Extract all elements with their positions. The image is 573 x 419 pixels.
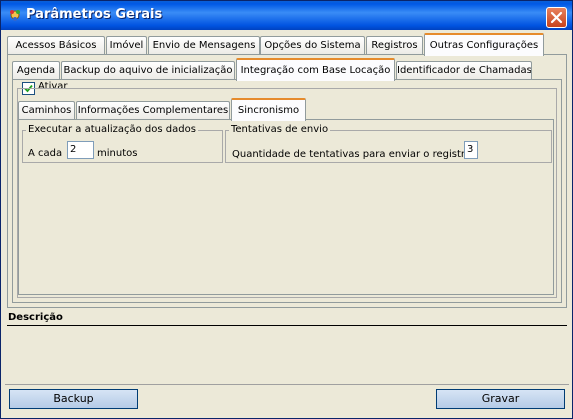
update-interval-legend: Executar a atualização dos dados xyxy=(26,124,198,135)
update-prefix-label: A cada xyxy=(28,148,63,159)
app-icon xyxy=(8,8,22,22)
sub-tab-bar: Agenda Backup do aquivo de inicialização… xyxy=(12,58,552,81)
update-interval-input[interactable]: 2 xyxy=(67,141,94,159)
tab-acessos-basicos[interactable]: Acessos Básicos xyxy=(7,36,105,54)
description-label: Descrição xyxy=(8,312,63,323)
description-divider xyxy=(7,325,567,326)
tab-opcoes-do-sistema[interactable]: Opções do Sistema xyxy=(260,36,365,54)
description-area xyxy=(7,327,567,382)
save-button[interactable]: Gravar xyxy=(436,389,565,409)
tab-agenda[interactable]: Agenda xyxy=(12,61,60,79)
send-attempts-label: Quantidade de tentativas para enviar o r… xyxy=(232,149,471,160)
tab-integracao-base-locacao[interactable]: Integração com Base Locação xyxy=(236,58,395,81)
tab-caminhos[interactable]: Caminhos xyxy=(18,101,75,119)
footer-divider xyxy=(5,384,569,385)
tab-imovel[interactable]: Imóvel xyxy=(106,36,147,54)
title-bar[interactable]: Parâmetros Gerais xyxy=(1,1,572,30)
window-title: Parâmetros Gerais xyxy=(26,7,163,22)
inner-tab-bar: Caminhos Informações Complementares Sinc… xyxy=(18,98,318,121)
close-button[interactable] xyxy=(546,7,567,28)
backup-button[interactable]: Backup xyxy=(9,389,138,409)
tab-backup-arquivo[interactable]: Backup do aquivo de inicialização xyxy=(61,61,235,79)
settings-window: Parâmetros Gerais Acessos Básicos Imóvel… xyxy=(0,0,573,419)
tab-envio-de-mensagens[interactable]: Envio de Mensagens xyxy=(148,36,260,54)
close-icon xyxy=(550,11,563,24)
tab-sincronismo[interactable]: Sincronismo xyxy=(231,98,306,121)
main-tab-bar: Acessos Básicos Imóvel Envio de Mensagen… xyxy=(7,33,567,56)
send-attempts-input[interactable]: 3 xyxy=(464,141,478,159)
tab-outras-configuracoes[interactable]: Outras Configurações xyxy=(424,33,544,56)
tab-registros[interactable]: Registros xyxy=(366,36,423,54)
tab-identificador-chamadas[interactable]: Identificador de Chamadas xyxy=(396,61,532,79)
tab-informacoes-complementares[interactable]: Informações Complementares xyxy=(76,101,230,119)
send-attempts-legend: Tentativas de envio xyxy=(229,124,331,135)
update-suffix-label: minutos xyxy=(97,148,138,159)
